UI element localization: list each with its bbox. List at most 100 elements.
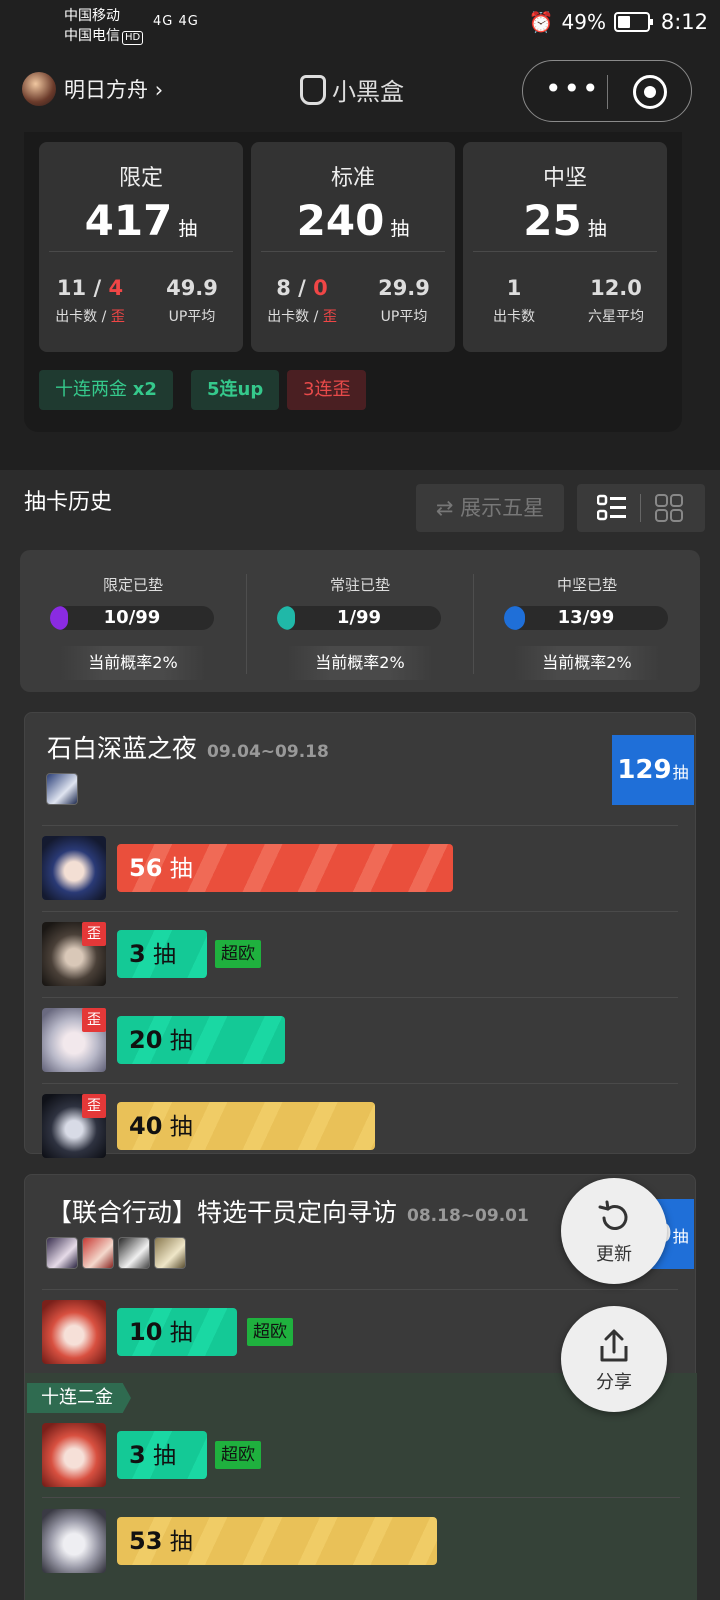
total-number: 25: [523, 196, 582, 245]
pity-rate: 当前概率2%: [60, 646, 206, 680]
card-left-stat: 1 出卡数: [463, 276, 565, 326]
pull-unit: 抽: [153, 942, 177, 968]
off-banner-badge: 歪: [82, 922, 106, 946]
pull-unit: 抽: [169, 1114, 193, 1140]
refresh-label: 更新: [596, 1244, 632, 1265]
card-right-stat: 49.9 UP平均: [141, 276, 243, 326]
stat-label-sep: /: [309, 309, 323, 325]
swap-icon: ⇄: [435, 496, 454, 520]
total-unit: 抽: [390, 218, 410, 240]
pull-number: 10: [129, 1318, 163, 1346]
pity-fill: [50, 606, 69, 630]
pull-number: 3: [129, 940, 146, 968]
pull-bar: 53 抽: [117, 1517, 437, 1565]
pull-unit: 抽: [169, 856, 193, 882]
stat-off-label: 歪: [110, 309, 125, 325]
game-avatar[interactable]: [22, 72, 56, 106]
pull-unit: 抽: [169, 1320, 193, 1346]
pity-value: 1/99: [336, 607, 382, 628]
show-five-star-button[interactable]: ⇄ 展示五星: [416, 484, 564, 532]
pity-value: 13/99: [557, 607, 615, 628]
card-divider: [49, 251, 233, 252]
operator-thumb: [46, 773, 78, 805]
banner-pull-count: 129抽: [612, 735, 694, 805]
banner-title: 【联合行动】特选干员定向寻访 08.18~09.01: [47, 1193, 529, 1229]
card-divider: [261, 251, 445, 252]
app-root: 中国移动 中国电信 HD 4G 4G ⏰ 49% 8:12 明日方舟 › 小黑盒 …: [0, 0, 720, 1600]
toggle-divider: [640, 494, 641, 522]
stat-label: 出卡数: [267, 309, 310, 325]
stat-label: 出卡数: [55, 309, 98, 325]
hd-icon: HD: [122, 31, 144, 45]
operator-avatar[interactable]: [42, 836, 106, 900]
stat-label: UP平均: [168, 309, 216, 325]
stat-value: 8: [276, 276, 291, 300]
carrier-info: 中国移动 中国电信 HD: [64, 6, 144, 46]
banner-name: 【联合行动】特选干员定向寻访: [47, 1198, 398, 1227]
row-divider: [42, 911, 678, 912]
pull-bar: 10 抽: [117, 1308, 237, 1356]
card-title: 标准: [330, 166, 375, 191]
pity-label: 中坚已垫: [556, 576, 617, 594]
stat-value: 29.9: [378, 276, 430, 300]
pity-progress-bar: 1/99: [277, 606, 441, 630]
stat-sep: /: [290, 276, 314, 300]
operator-avatar[interactable]: [42, 1423, 106, 1487]
pull-count-value: 129: [617, 755, 672, 785]
stat-card-core: 中坚 25 抽 1 出卡数 12.0 六星平均: [463, 142, 667, 352]
pull-count-unit: 抽: [672, 1227, 689, 1246]
stat-sep: /: [86, 276, 109, 300]
game-switch[interactable]: 明日方舟 ›: [64, 74, 163, 104]
share-label: 分享: [596, 1372, 632, 1393]
pull-bar: 3 抽: [117, 930, 207, 978]
stat-off-value: 0: [313, 276, 328, 300]
row-divider: [42, 1083, 678, 1084]
capsule-divider: [607, 75, 608, 109]
brand-name: 小黑盒: [332, 78, 404, 106]
operator-avatar[interactable]: [42, 1300, 106, 1364]
lucky-badge: 超欧: [215, 940, 261, 968]
pity-progress-bar: 13/99: [504, 606, 668, 630]
stat-value: 12.0: [590, 276, 642, 300]
row-divider: [42, 825, 678, 826]
more-icon[interactable]: •••: [545, 75, 601, 103]
status-right: ⏰ 49%: [529, 10, 653, 34]
pity-standard: 常驻已垫 1/99 当前概率2%: [247, 550, 473, 692]
off-banner-badge: 歪: [82, 1094, 106, 1118]
tag-five-up-streak: 5连up: [191, 370, 280, 410]
carrier-1: 中国移动: [64, 8, 120, 24]
off-banner-badge: 歪: [82, 1008, 106, 1032]
operator-avatar[interactable]: [42, 1509, 106, 1573]
stat-value: 11: [56, 276, 87, 300]
close-miniapp-icon[interactable]: [633, 75, 667, 109]
stat-off-label: 歪: [322, 309, 337, 325]
pity-rate: 当前概率2%: [287, 646, 433, 680]
banner-date: 08.18~09.01: [407, 1206, 529, 1226]
summary-panel: 限定 417 抽 11 / 4 出卡数 / 歪 49.9 UP平均 标准 240 抽…: [24, 132, 682, 432]
lucky-badge: 超欧: [215, 1441, 261, 1469]
pity-progress-bar: 10/99: [50, 606, 214, 630]
row-divider: [42, 1497, 680, 1498]
signal-icon: 4G 4G: [153, 14, 199, 29]
tag-ten-pull-double-gold: 十连两金 x2: [39, 370, 173, 410]
operator-thumb: [154, 1237, 186, 1269]
card-right-stat: 29.9 UP平均: [353, 276, 455, 326]
battery-percent: 49%: [561, 10, 606, 34]
refresh-button[interactable]: 更新: [561, 1178, 667, 1284]
grid-view-icon[interactable]: [655, 494, 683, 522]
banner-card[interactable]: 石白深蓝之夜 09.04~09.18 129抽 56 抽 歪 3 抽 超欧 歪 2…: [24, 712, 696, 1158]
pity-rate: 当前概率2%: [514, 646, 660, 680]
stat-off-value: 4: [108, 276, 124, 300]
share-button[interactable]: 分享: [561, 1306, 667, 1412]
brand: 小黑盒: [300, 72, 404, 107]
carrier-2: 中国电信: [64, 28, 120, 44]
stat-card-limited: 限定 417 抽 11 / 4 出卡数 / 歪 49.9 UP平均: [39, 142, 243, 352]
list-view-icon[interactable]: [597, 494, 627, 522]
tag-multiplier: x2: [132, 379, 157, 400]
pull-number: 3: [129, 1441, 146, 1469]
stat-label-sep: /: [97, 309, 111, 325]
refresh-icon: [598, 1200, 628, 1230]
pull-number: 53: [129, 1527, 163, 1555]
lucky-badge: 超欧: [247, 1318, 293, 1346]
ten-pull-label: 十连二金: [27, 1383, 131, 1413]
